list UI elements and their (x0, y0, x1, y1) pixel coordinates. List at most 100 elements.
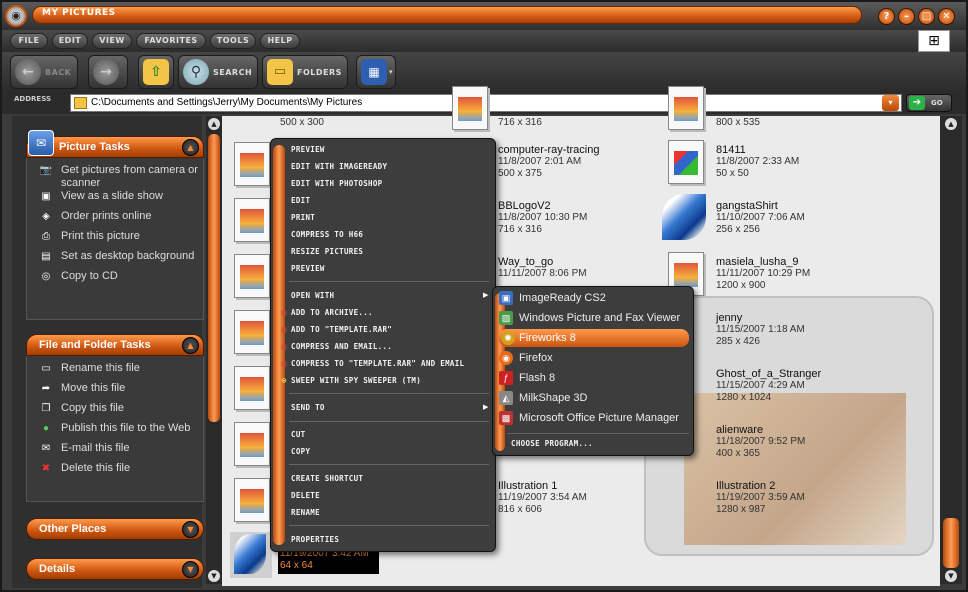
menu-help[interactable]: HELP (260, 33, 300, 49)
file-item[interactable]: Way_to_go 11/11/2007 8:06 PM (498, 256, 587, 280)
open-with-fireworks[interactable]: ✺ Fireworks 8 (499, 329, 689, 347)
expand-icon[interactable]: ▼ (182, 521, 199, 538)
ctx-spy-sweeper[interactable]: ⊕ SWEEP WITH SPY SWEEPER (TM) (281, 374, 421, 388)
file-item[interactable]: gangstaShirt 11/10/2007 7:06 AM 256 x 256 (716, 200, 805, 236)
file-item[interactable]: 500 x 300 (280, 116, 324, 129)
ctx-create-shortcut[interactable]: CREATE SHORTCUT (291, 472, 363, 486)
folders-button[interactable]: ▭ FOLDERS (262, 55, 348, 89)
file-view-scrollbar[interactable]: ▲ ▼ (940, 116, 962, 584)
maximize-icon[interactable]: □ (918, 8, 935, 25)
ctx-compress-template-email[interactable]: ▤ COMPRESS TO "TEMPLATE.RAR" AND EMAIL (281, 357, 464, 371)
collapse-icon[interactable]: ▲ (182, 337, 199, 354)
file-item[interactable]: alienware 11/18/2007 9:52 PM 400 x 365 (716, 424, 805, 460)
task-order-prints[interactable]: ◈ Order prints online (27, 210, 203, 230)
task-copy-cd[interactable]: ◎ Copy to CD (27, 270, 203, 290)
ctx-edit[interactable]: EDIT (291, 194, 310, 208)
ctx-add-archive[interactable]: ▤ ADD TO ARCHIVE... (281, 306, 373, 320)
task-slide-show[interactable]: ▣ View as a slide show (27, 190, 203, 210)
title-bar[interactable]: ◉ MY PICTURES ? – □ ✕ (2, 2, 966, 30)
forward-button[interactable]: → (88, 55, 128, 89)
ctx-print[interactable]: PRINT (291, 211, 315, 225)
file-item[interactable]: Illustration 2 11/19/2007 3:59 AM 1280 x 9… (716, 480, 805, 516)
ctx-compress-h66[interactable]: COMPRESS TO H66 (291, 228, 363, 242)
open-with-milkshape[interactable]: ◭ MilkShape 3D (499, 389, 587, 407)
task-pane-scrollbar[interactable]: ▲ ▼ (206, 116, 222, 584)
open-with-firefox[interactable]: ◉ Firefox (499, 349, 553, 367)
file-item[interactable]: masiela_lusha_9 11/11/2007 10:29 PM 1200 x… (716, 256, 810, 292)
task-set-background[interactable]: ▤ Set as desktop background (27, 250, 203, 270)
file-thumbnail[interactable] (452, 86, 488, 130)
file-thumbnail[interactable] (234, 366, 270, 410)
ctx-add-template-rar[interactable]: ▤ ADD TO "TEMPLATE.RAR" (281, 323, 392, 337)
selected-file-thumbnail[interactable] (230, 532, 272, 578)
ctx-cut[interactable]: CUT (291, 428, 305, 442)
expand-icon[interactable]: ▼ (182, 561, 199, 578)
file-thumbnail[interactable] (234, 254, 270, 298)
scroll-up-icon[interactable]: ▲ (208, 118, 220, 130)
file-item[interactable]: 800 x 535 (716, 116, 760, 129)
file-item[interactable]: computer-ray-tracing 11/8/2007 2:01 AM 500… (498, 144, 599, 180)
task-print-picture[interactable]: ⎙ Print this picture (27, 230, 203, 250)
task-publish-web[interactable]: ● Publish this file to the Web (27, 422, 203, 442)
file-item[interactable]: 716 x 316 (498, 116, 542, 129)
menu-edit[interactable]: EDIT (52, 33, 88, 49)
ctx-compress-email[interactable]: ▤ COMPRESS AND EMAIL... (281, 340, 392, 354)
back-button[interactable]: ← BACK (10, 55, 78, 89)
search-button[interactable]: ⚲ SEARCH (178, 55, 258, 89)
up-folder-button[interactable]: ⇧ (138, 55, 174, 89)
ctx-resize-pictures[interactable]: RESIZE PICTURES (291, 245, 363, 259)
ctx-copy[interactable]: COPY (291, 445, 310, 459)
ctx-properties[interactable]: PROPERTIES (291, 533, 339, 547)
menu-favorites[interactable]: FAVORITES (136, 33, 206, 49)
scroll-up-icon[interactable]: ▲ (945, 118, 957, 130)
app-icon[interactable]: ◉ (5, 5, 27, 27)
task-delete-file[interactable]: ✖ Delete this file (27, 462, 203, 482)
open-with-choose-program[interactable]: CHOOSE PROGRAM... (511, 437, 593, 451)
scroll-down-icon[interactable]: ▼ (208, 570, 220, 582)
file-item[interactable]: jenny 11/15/2007 1:18 AM 285 x 426 (716, 312, 805, 348)
ctx-open-with[interactable]: OPEN WITH (291, 289, 334, 303)
close-icon[interactable]: ✕ (938, 8, 955, 25)
ctx-send-to[interactable]: SEND TO (291, 401, 325, 415)
go-button[interactable]: ➔ GO (906, 94, 952, 112)
file-thumbnail[interactable] (668, 140, 704, 184)
task-rename-file[interactable]: ▭ Rename this file (27, 362, 203, 382)
ctx-preview-2[interactable]: PREVIEW (291, 262, 325, 276)
scroll-thumb[interactable] (208, 134, 220, 422)
views-button[interactable]: ▦ ▾ (356, 55, 396, 89)
other-places-header[interactable]: Other Places ▼ (26, 518, 204, 540)
ctx-edit-imageready[interactable]: EDIT WITH IMAGEREADY (291, 160, 387, 174)
file-item[interactable]: 81411 11/8/2007 2:33 AM 50 x 50 (716, 144, 799, 180)
details-header[interactable]: Details ▼ (26, 558, 204, 580)
address-dropdown-icon[interactable]: ▾ (882, 95, 899, 111)
task-copy-file[interactable]: ❐ Copy this file (27, 402, 203, 422)
ctx-delete[interactable]: DELETE (291, 489, 320, 503)
task-email-file[interactable]: ✉ E-mail this file (27, 442, 203, 462)
file-thumbnail[interactable] (234, 142, 270, 186)
file-thumbnail[interactable] (668, 86, 704, 130)
collapse-icon[interactable]: ▲ (182, 139, 199, 156)
file-item[interactable]: Ghost_of_a_Stranger 11/15/2007 4:29 AM 128… (716, 368, 821, 404)
scroll-down-icon[interactable]: ▼ (945, 570, 957, 582)
feather-thumbnail[interactable] (662, 194, 706, 240)
file-thumbnail[interactable] (234, 478, 270, 522)
menu-file[interactable]: FILE (10, 33, 48, 49)
ctx-preview[interactable]: PREVIEW (291, 143, 325, 157)
open-with-imageready[interactable]: ▣ ImageReady CS2 (499, 289, 606, 307)
file-item[interactable]: Illustration 1 11/19/2007 3:54 AM 816 x 60… (498, 480, 587, 516)
open-with-office-picture-manager[interactable]: ▩ Microsoft Office Picture Manager (499, 409, 679, 427)
open-with-flash[interactable]: ƒ Flash 8 (499, 369, 555, 387)
menu-view[interactable]: VIEW (92, 33, 132, 49)
ctx-rename[interactable]: RENAME (291, 506, 320, 520)
file-item[interactable]: BBLogoV2 11/8/2007 10:30 PM 716 x 316 (498, 200, 587, 236)
scroll-thumb[interactable] (943, 518, 959, 568)
menu-tools[interactable]: TOOLS (210, 33, 256, 49)
help-icon[interactable]: ? (878, 8, 895, 25)
task-move-file[interactable]: ➦ Move this file (27, 382, 203, 402)
file-thumbnail[interactable] (234, 310, 270, 354)
file-thumbnail[interactable] (234, 198, 270, 242)
open-with-picture-fax-viewer[interactable]: ▨ Windows Picture and Fax Viewer (499, 309, 680, 327)
file-folder-tasks-header[interactable]: File and Folder Tasks ▲ (26, 334, 204, 356)
ctx-edit-photoshop[interactable]: EDIT WITH PHOTOSHOP (291, 177, 383, 191)
minimize-icon[interactable]: – (898, 8, 915, 25)
